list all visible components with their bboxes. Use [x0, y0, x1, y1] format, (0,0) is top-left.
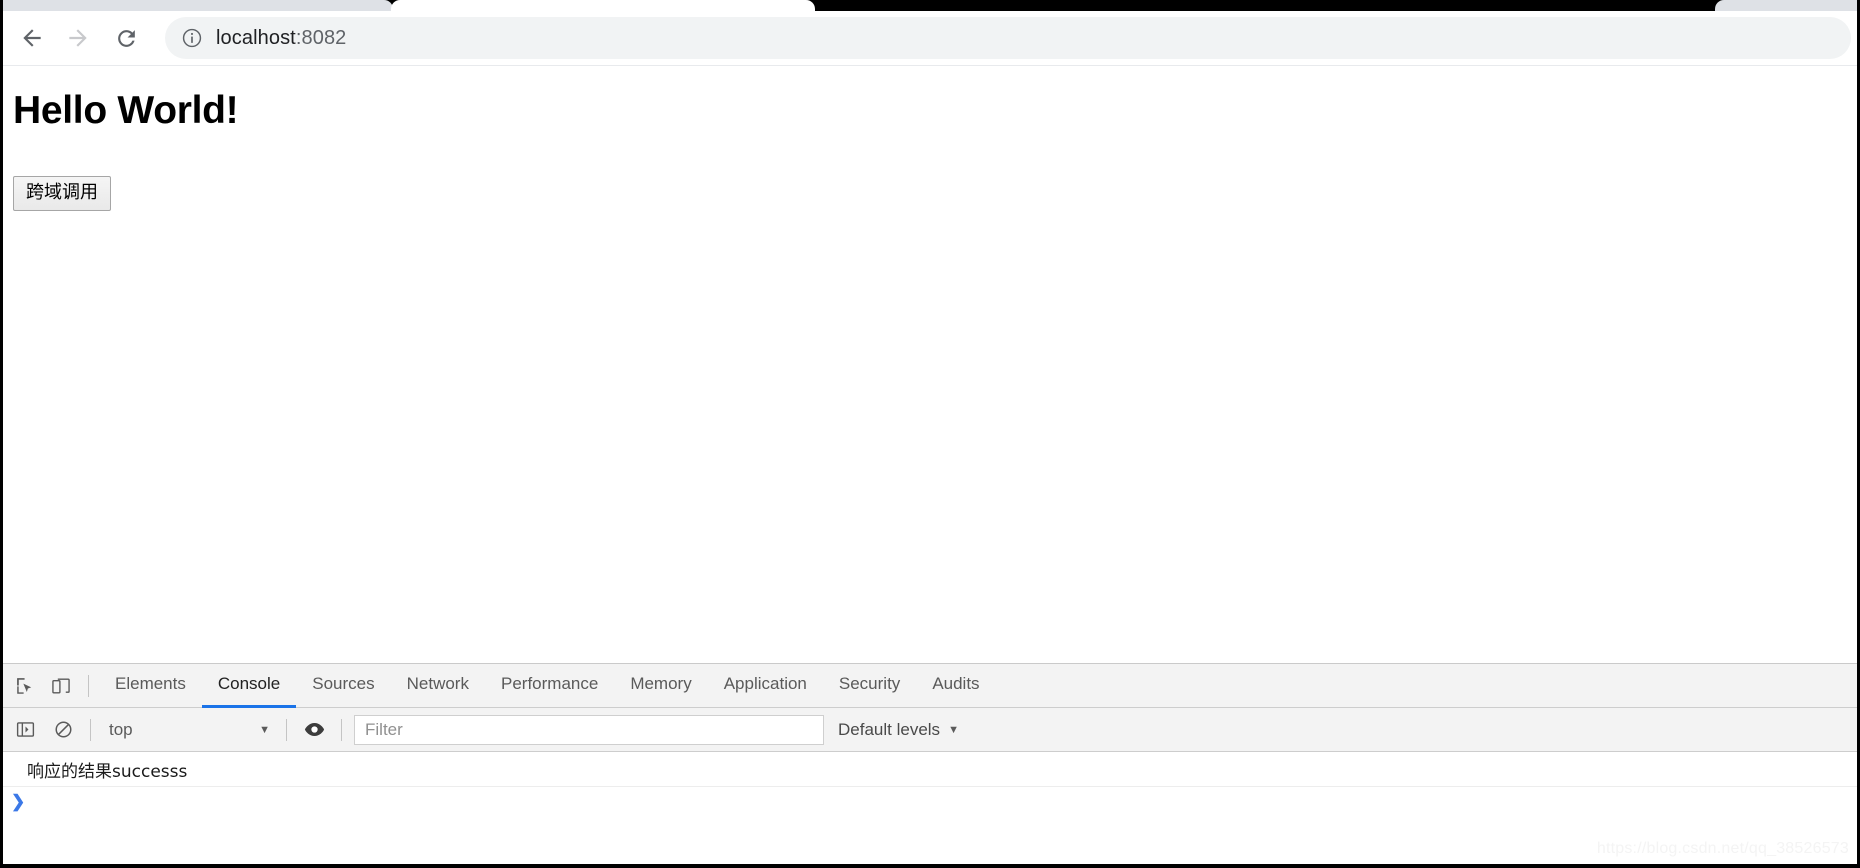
tab-audits[interactable]: Audits: [916, 664, 995, 708]
browser-toolbar: localhost:8082: [3, 11, 1857, 66]
tab-strip: [3, 0, 1857, 11]
arrow-right-icon: [69, 29, 87, 47]
tab-inactive-right[interactable]: [1715, 0, 1857, 11]
url-host: localhost: [216, 26, 296, 49]
tab-sources[interactable]: Sources: [296, 664, 390, 708]
reload-icon: [117, 29, 135, 47]
tab-console[interactable]: Console: [201, 664, 297, 708]
devtools-panel: Elements Console Sources Network Perform…: [3, 663, 1857, 864]
console-log-row: 响应的结果successs: [3, 753, 1857, 787]
console-filter-placeholder: Filter: [365, 719, 403, 739]
tab-memory[interactable]: Memory: [614, 664, 707, 708]
execution-context-label: top: [109, 719, 133, 739]
console-prompt-row[interactable]: ❯: [3, 787, 1857, 821]
address-bar[interactable]: localhost:8082: [165, 17, 1851, 59]
tab-security[interactable]: Security: [823, 664, 916, 708]
log-levels-label: Default levels: [838, 719, 941, 739]
reload-button[interactable]: [105, 17, 147, 59]
tab-inactive-left[interactable]: [3, 0, 393, 11]
console-messages[interactable]: 响应的结果successs ❯ https://blog.csdn.net/qq…: [3, 753, 1857, 864]
site-info-icon[interactable]: [181, 27, 203, 49]
console-sidebar-toggle-icon[interactable]: [8, 713, 42, 747]
eye-icon[interactable]: [297, 713, 331, 747]
toolbar-divider: [88, 674, 89, 697]
clear-console-icon[interactable]: [46, 713, 80, 747]
tab-application[interactable]: Application: [708, 664, 823, 708]
console-toolbar-divider-3: [341, 718, 342, 741]
console-prompt-input[interactable]: [25, 787, 1857, 817]
page-viewport: Hello World! 跨域调用: [3, 66, 1857, 663]
tab-elements[interactable]: Elements: [99, 664, 202, 708]
execution-context-selector[interactable]: top ▼: [101, 716, 276, 744]
console-toolbar-divider-2: [286, 718, 287, 741]
back-button[interactable]: [11, 17, 53, 59]
chevron-down-icon: ▼: [259, 723, 270, 736]
prompt-arrow-icon: ❯: [11, 792, 26, 811]
arrow-left-icon: [23, 29, 41, 47]
chevron-down-icon: ▼: [948, 723, 959, 736]
url-text: localhost:8082: [216, 27, 346, 50]
browser-window: localhost:8082 Hello World! 跨域调用 Element…: [0, 0, 1860, 868]
console-toolbar: top ▼ Filter Default levels ▼: [3, 708, 1857, 752]
devtools-tabbar: Elements Console Sources Network Perform…: [3, 664, 1857, 708]
page-title: Hello World!: [13, 89, 239, 132]
device-toolbar-icon[interactable]: [44, 669, 78, 703]
console-filter-input[interactable]: Filter: [354, 714, 824, 745]
tab-network[interactable]: Network: [391, 664, 485, 708]
console-toolbar-divider-1: [90, 718, 91, 741]
url-port: :8082: [295, 26, 347, 49]
tab-performance[interactable]: Performance: [485, 664, 614, 708]
inspect-element-icon[interactable]: [8, 669, 42, 703]
cross-domain-call-button[interactable]: 跨域调用: [13, 176, 111, 211]
tab-active[interactable]: [391, 0, 815, 11]
log-levels-selector[interactable]: Default levels ▼: [838, 716, 965, 744]
console-log-text: 响应的结果successs: [27, 762, 188, 782]
watermark: https://blog.csdn.net/qq_38526573: [1596, 840, 1849, 857]
forward-button[interactable]: [57, 17, 99, 59]
